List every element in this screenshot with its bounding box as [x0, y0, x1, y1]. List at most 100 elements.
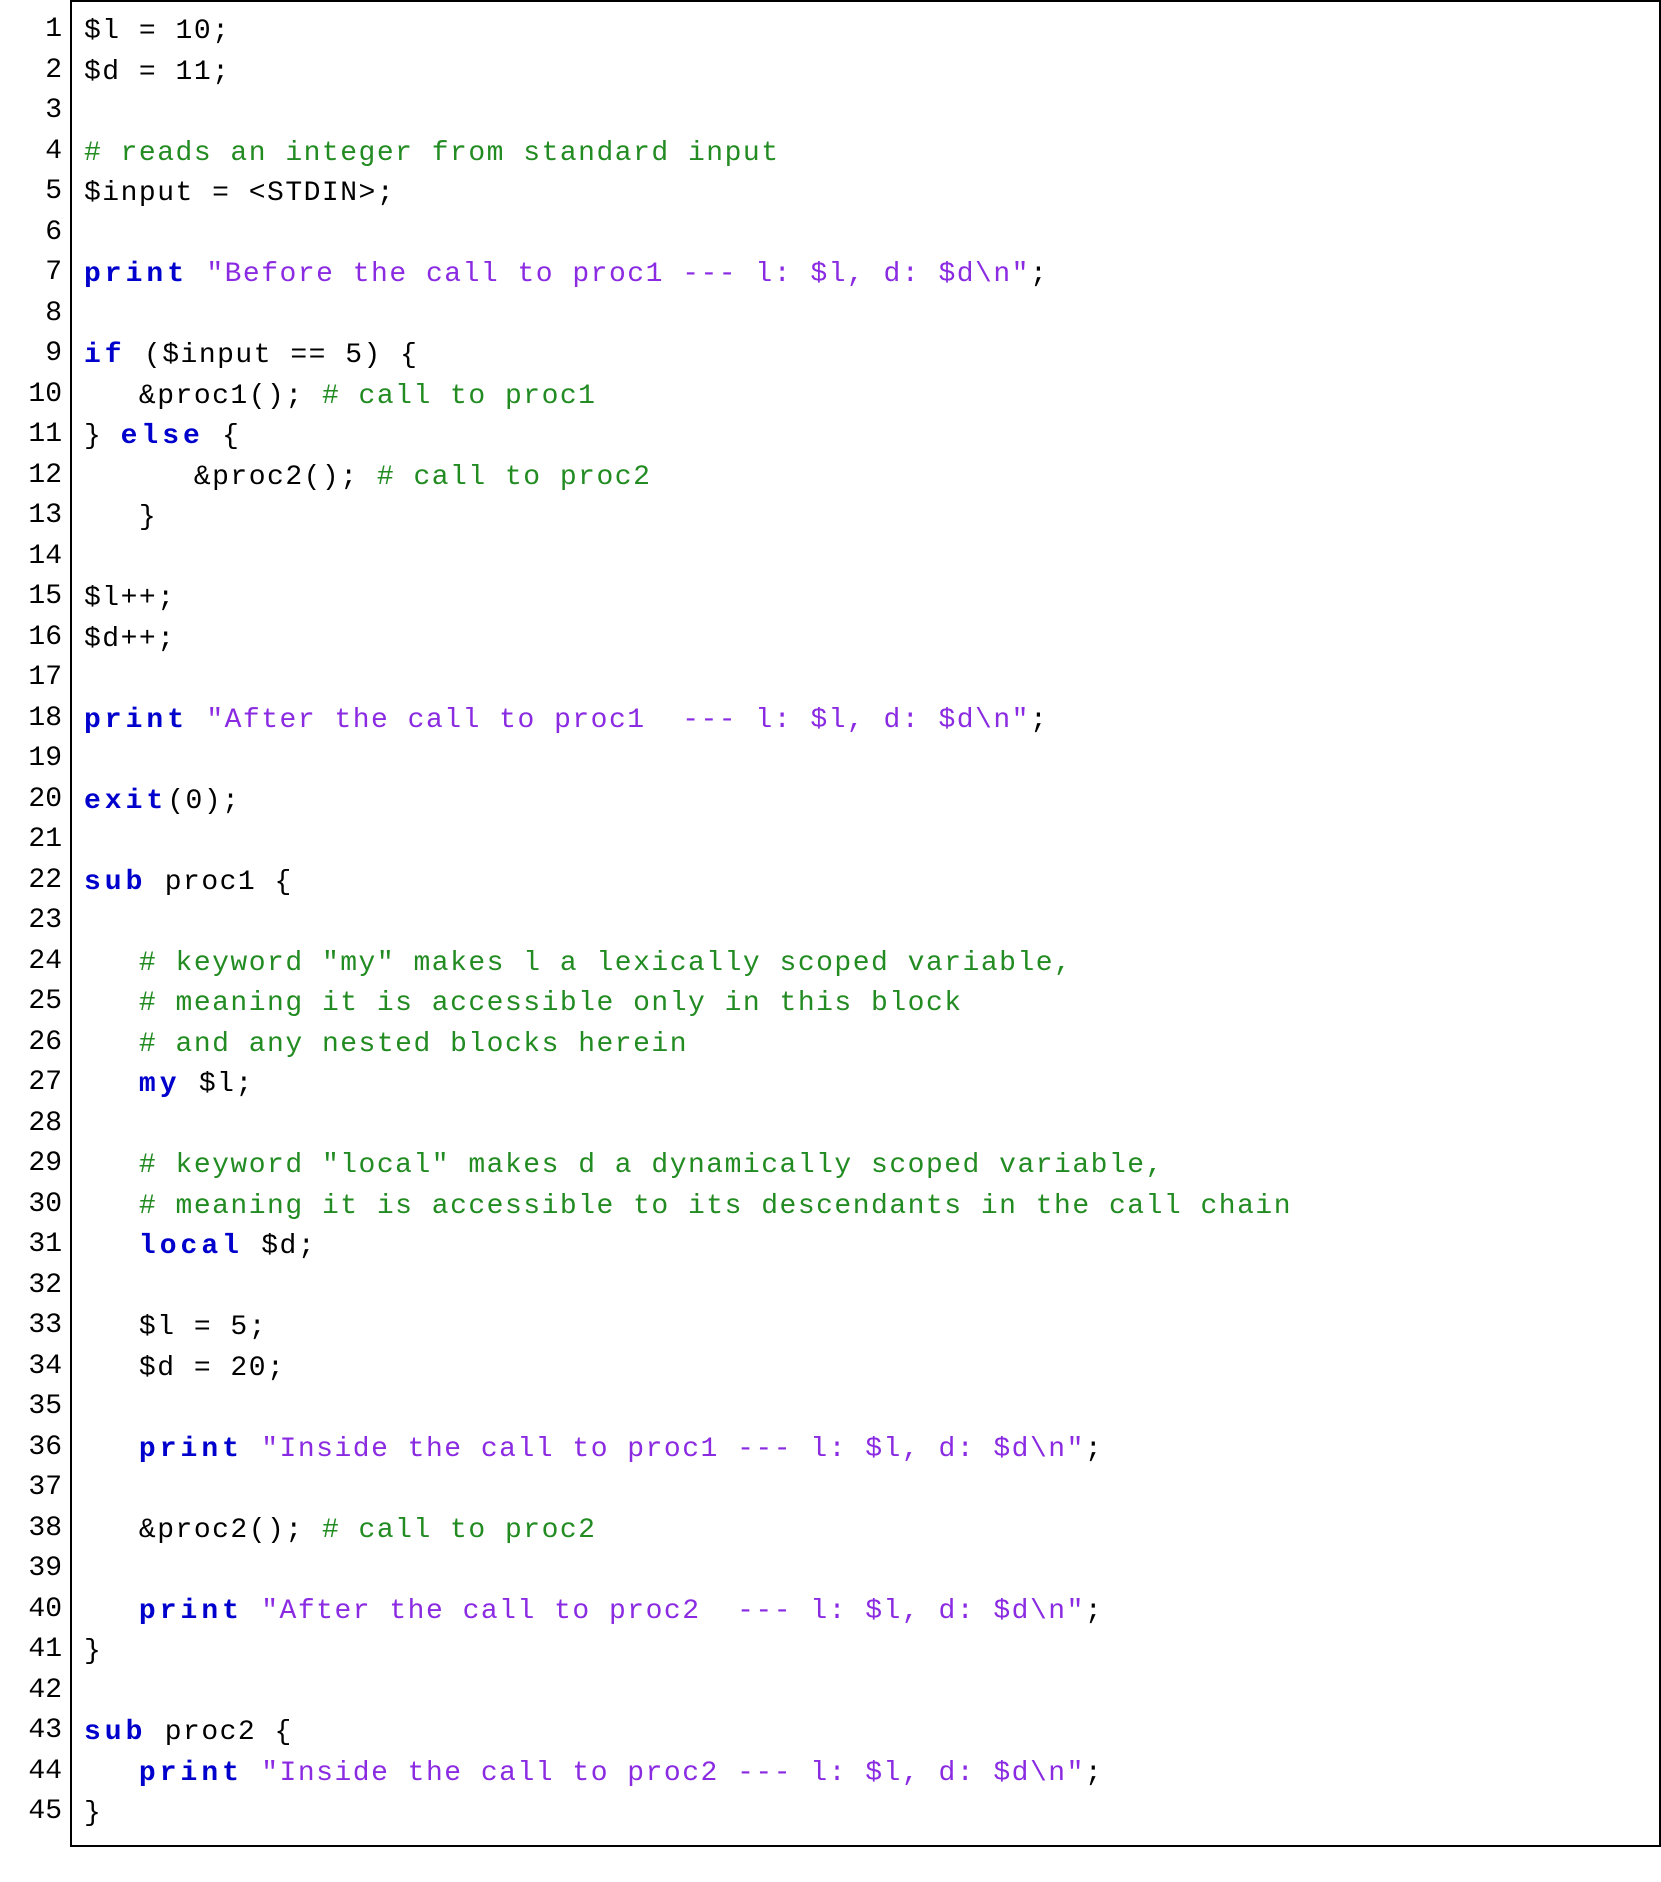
token-keyword: exit	[84, 786, 167, 817]
token-plain: proc2 {	[146, 1717, 292, 1748]
code-line: &proc2(); # call to proc2	[84, 1511, 1647, 1552]
code-line: sub proc1 {	[84, 863, 1647, 904]
token-keyword: if	[84, 340, 126, 371]
token-plain	[84, 948, 139, 979]
code-line	[84, 660, 1647, 701]
token-plain	[188, 259, 206, 290]
token-keyword: print	[139, 1434, 243, 1465]
code-line: # keyword "local" makes d a dynamically …	[84, 1146, 1647, 1187]
line-number: 18	[0, 699, 62, 740]
code-line: print "Inside the call to proc1 --- l: $…	[84, 1430, 1647, 1471]
line-number: 42	[0, 1671, 62, 1712]
token-plain: $d = 20;	[84, 1353, 285, 1384]
code-line: print "After the call to proc2 --- l: $l…	[84, 1592, 1647, 1633]
line-number: 6	[0, 213, 62, 254]
line-number: 25	[0, 982, 62, 1023]
token-plain	[84, 1191, 139, 1222]
code-line: sub proc2 {	[84, 1713, 1647, 1754]
token-comment: # call to proc2	[322, 1515, 597, 1546]
line-number: 10	[0, 375, 62, 416]
line-number: 27	[0, 1063, 62, 1104]
token-plain	[84, 1758, 139, 1789]
token-plain: ;	[1085, 1434, 1103, 1465]
line-number: 3	[0, 91, 62, 132]
token-plain	[84, 1434, 139, 1465]
token-plain: }	[84, 1636, 102, 1667]
token-comment: # and any nested blocks herein	[139, 1029, 688, 1060]
line-number: 15	[0, 577, 62, 618]
line-number: 1	[0, 10, 62, 51]
line-number: 7	[0, 253, 62, 294]
line-number: 9	[0, 334, 62, 375]
line-number: 28	[0, 1104, 62, 1145]
code-line: } else {	[84, 417, 1647, 458]
code-line: exit(0);	[84, 782, 1647, 823]
token-plain	[243, 1758, 261, 1789]
line-number: 33	[0, 1306, 62, 1347]
line-number: 37	[0, 1468, 62, 1509]
token-plain: &proc2();	[84, 1515, 322, 1546]
token-plain: ($input == 5) {	[126, 340, 419, 371]
line-number: 35	[0, 1387, 62, 1428]
token-plain: $d;	[243, 1231, 316, 1262]
token-keyword: print	[139, 1596, 243, 1627]
line-number: 14	[0, 537, 62, 578]
token-comment: # reads an integer from standard input	[84, 138, 780, 169]
token-plain: (0);	[167, 786, 240, 817]
code-line: $l = 10;	[84, 12, 1647, 53]
code-line: }	[84, 498, 1647, 539]
token-plain: }	[84, 421, 121, 452]
code-body: $l = 10; $d = 11; # reads an integer from…	[70, 0, 1661, 1847]
code-line: $input = <STDIN>;	[84, 174, 1647, 215]
token-string: "Before the call to proc1 --- l: $l, d: …	[206, 259, 1030, 290]
token-comment: # keyword "local" makes d a dynamically …	[139, 1150, 1164, 1181]
code-line: &proc2(); # call to proc2	[84, 458, 1647, 499]
code-line: $l++;	[84, 579, 1647, 620]
token-plain: $d = 11;	[84, 57, 230, 88]
token-string: "Inside the call to proc1 --- l: $l, d: …	[261, 1434, 1085, 1465]
line-number: 32	[0, 1266, 62, 1307]
token-comment: # meaning it is accessible only in this …	[139, 988, 963, 1019]
code-line	[84, 215, 1647, 256]
token-plain: &proc2();	[84, 462, 377, 493]
code-line: # meaning it is accessible only in this …	[84, 984, 1647, 1025]
token-plain: }	[84, 1798, 102, 1829]
code-line: $l = 5;	[84, 1308, 1647, 1349]
token-plain: $l++;	[84, 583, 176, 614]
line-number: 8	[0, 294, 62, 335]
code-line: # meaning it is accessible to its descen…	[84, 1187, 1647, 1228]
line-number: 17	[0, 658, 62, 699]
line-number: 13	[0, 496, 62, 537]
code-line: if ($input == 5) {	[84, 336, 1647, 377]
code-line: # reads an integer from standard input	[84, 134, 1647, 175]
token-plain: ;	[1085, 1758, 1103, 1789]
line-number: 34	[0, 1347, 62, 1388]
line-number: 41	[0, 1630, 62, 1671]
code-line	[84, 741, 1647, 782]
line-number: 5	[0, 172, 62, 213]
token-plain: ;	[1085, 1596, 1103, 1627]
code-line: print "Before the call to proc1 --- l: $…	[84, 255, 1647, 296]
token-keyword: my	[139, 1069, 181, 1100]
line-number: 16	[0, 618, 62, 659]
code-line	[84, 1673, 1647, 1714]
token-plain: $l = 5;	[84, 1312, 267, 1343]
code-line	[84, 296, 1647, 337]
token-plain: $l = 10;	[84, 16, 230, 47]
token-plain: $d++;	[84, 624, 176, 655]
token-plain	[84, 1029, 139, 1060]
line-number: 30	[0, 1185, 62, 1226]
token-keyword: print	[84, 705, 188, 736]
token-plain	[84, 1069, 139, 1100]
token-comment: # meaning it is accessible to its descen…	[139, 1191, 1292, 1222]
token-plain: ;	[1030, 259, 1048, 290]
code-line: }	[84, 1632, 1647, 1673]
line-number-gutter: 1234567891011121314151617181920212223242…	[0, 0, 70, 1847]
token-plain	[84, 1596, 139, 1627]
token-string: "After the call to proc2 --- l: $l, d: $…	[261, 1596, 1085, 1627]
token-plain	[243, 1596, 261, 1627]
line-number: 31	[0, 1225, 62, 1266]
token-keyword: print	[139, 1758, 243, 1789]
line-number: 11	[0, 415, 62, 456]
code-line: local $d;	[84, 1227, 1647, 1268]
